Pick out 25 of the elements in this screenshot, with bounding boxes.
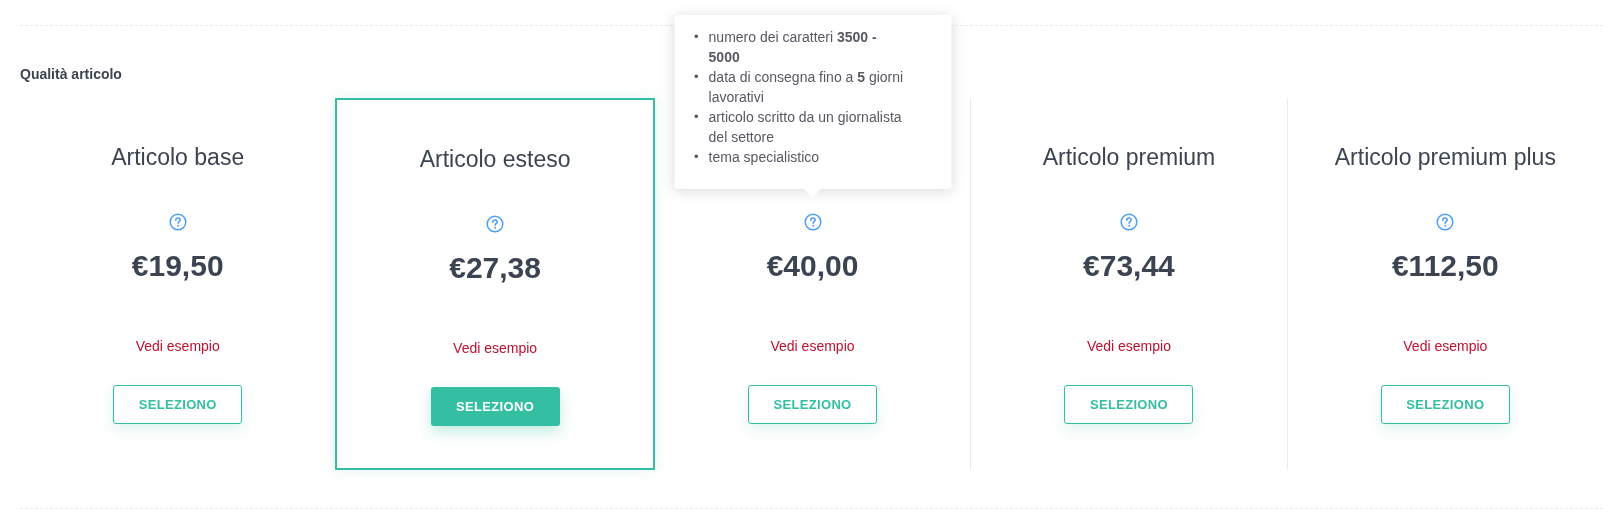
plan-title: Articolo premium plus <box>1334 143 1556 172</box>
plan-title: Articolo premium <box>1042 143 1216 172</box>
section-label: Qualità articolo <box>20 65 122 84</box>
bullet-marker: • <box>694 148 699 166</box>
help-icon[interactable] <box>486 215 505 233</box>
plan-price: €27,38 <box>449 250 541 286</box>
help-icon[interactable] <box>1119 213 1138 231</box>
example-link[interactable]: Vedi esempio <box>1086 336 1171 357</box>
example-link[interactable]: Vedi esempio <box>453 338 538 359</box>
tooltip-item: tema specialistico <box>708 148 821 167</box>
bullet-marker: • <box>694 108 699 126</box>
plan-price: €73,44 <box>1083 248 1175 284</box>
plan-price: €112,50 <box>1391 248 1499 284</box>
bullet-marker: • <box>694 28 699 46</box>
plan-price: €40,00 <box>766 248 859 284</box>
example-link[interactable]: Vedi esempio <box>770 336 855 357</box>
plan-price: €19,50 <box>131 248 224 284</box>
help-icon[interactable] <box>803 213 822 231</box>
bullet-marker: • <box>694 68 699 86</box>
plan-title: Articolo esteso <box>419 145 571 174</box>
help-icon[interactable] <box>168 213 187 231</box>
example-link[interactable]: Vedi esempio <box>1403 336 1488 357</box>
plan-title: Articolo base <box>111 143 245 172</box>
help-icon[interactable] <box>1436 213 1455 231</box>
example-link[interactable]: Vedi esempio <box>135 336 220 357</box>
